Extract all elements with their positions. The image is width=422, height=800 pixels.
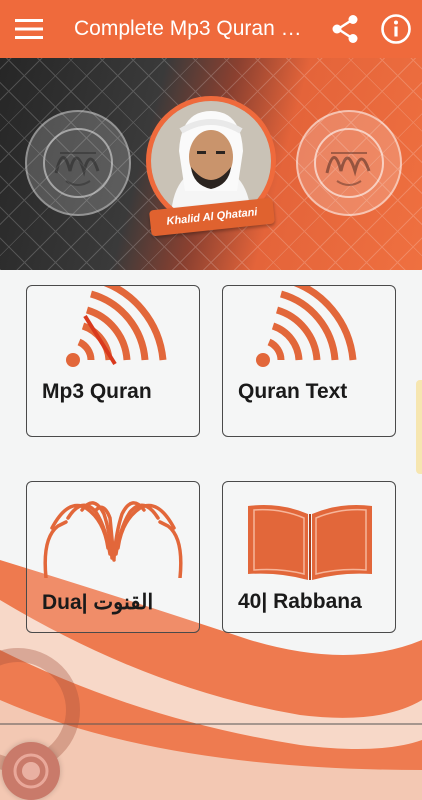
circle-icon [13, 753, 49, 789]
tile-label: Dua| القنوت [42, 591, 154, 614]
app-bar: Complete Mp3 Quran Khalid Al Qhatani [0, 0, 422, 58]
quran-calligraphy-icon [314, 128, 384, 198]
quran-calligraphy-icon [43, 128, 113, 198]
app-title: Complete Mp3 Quran Khalid Al Qhatani [74, 17, 306, 40]
tile-40-rabbana[interactable]: 40| Rabbana [222, 481, 396, 633]
floating-action-button[interactable] [2, 742, 60, 800]
praying-hands-icon [43, 501, 183, 578]
menu-button[interactable] [0, 0, 58, 58]
scroll-indicator[interactable] [416, 380, 422, 474]
tile-label: Quran Text [238, 380, 348, 403]
share-button[interactable] [325, 9, 365, 49]
header-banner: Khalid Al Qhatani [0, 58, 422, 270]
audio-waves-icon [66, 286, 167, 367]
tile-mp3-quran[interactable]: Mp3 Quran [26, 285, 200, 437]
quran-seal-right [296, 110, 402, 216]
share-icon [332, 15, 358, 43]
menu-icon [15, 19, 43, 39]
info-icon [381, 14, 411, 44]
tile-label: Mp3 Quran [42, 380, 152, 403]
main-content: Mp3 Quran Quran Text Dua| القنوت 40| Rab… [0, 270, 422, 800]
quran-seal-left [25, 110, 131, 216]
audio-waves-icon [256, 286, 357, 367]
tile-dua-qunoot[interactable]: Dua| القنوت [26, 481, 200, 633]
tile-label: 40| Rabbana [238, 590, 362, 613]
open-book-icon [248, 505, 372, 580]
tile-quran-text[interactable]: Quran Text [222, 285, 396, 437]
info-button[interactable] [376, 9, 416, 49]
